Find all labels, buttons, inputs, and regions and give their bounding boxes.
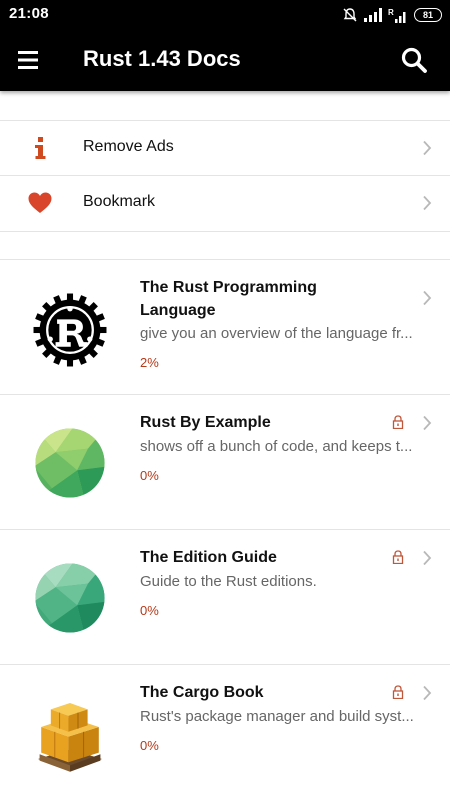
heart-icon xyxy=(28,192,52,213)
book-item-cargo-book[interactable]: The Cargo Book Rust's package manager an… xyxy=(0,664,450,799)
info-icon xyxy=(35,137,46,159)
status-time: 21:08 xyxy=(9,5,49,22)
chevron-right-icon xyxy=(423,415,432,431)
remove-ads-row[interactable]: Remove Ads xyxy=(0,120,450,175)
book-description: Guide to the Rust editions. xyxy=(140,573,317,590)
lock-icon xyxy=(392,415,404,429)
book-progress: 0% xyxy=(140,468,159,483)
svg-text:R: R xyxy=(388,8,394,17)
status-icons: R 81 xyxy=(342,6,442,24)
menu-list: Remove Ads Bookmark xyxy=(0,120,450,232)
book-list: The Rust Programming Language give you a… xyxy=(0,259,450,799)
book-description: shows off a bunch of code, and keeps t..… xyxy=(140,438,413,455)
book-title: Rust By Example xyxy=(140,414,271,431)
book-description: give you an overview of the language fr.… xyxy=(140,325,413,342)
book-progress: 0% xyxy=(140,738,159,753)
book-progress: 0% xyxy=(140,603,159,618)
book-progress: 2% xyxy=(140,355,159,370)
battery-indicator: 81 xyxy=(414,8,442,22)
book-description: Rust's package manager and build syst... xyxy=(140,708,414,725)
remove-ads-label: Remove Ads xyxy=(83,138,174,155)
signal-icon xyxy=(364,8,382,22)
book-item-rust-by-example[interactable]: Rust By Example shows off a bunch of cod… xyxy=(0,394,450,529)
hamburger-menu-icon[interactable] xyxy=(16,48,40,72)
green-sphere-icon xyxy=(35,428,105,498)
chevron-right-icon xyxy=(423,140,432,156)
signal-roaming-icon: R xyxy=(388,8,406,23)
book-title: The Edition Guide xyxy=(140,549,277,566)
search-icon[interactable] xyxy=(400,46,428,74)
book-title: The Rust Programming Language xyxy=(140,279,317,319)
status-bar: 21:08 R 81 xyxy=(0,0,450,30)
lock-icon xyxy=(392,550,404,564)
book-item-edition-guide[interactable]: The Edition Guide Guide to the Rust edit… xyxy=(0,529,450,664)
chevron-right-icon xyxy=(423,290,432,306)
chevron-right-icon xyxy=(423,550,432,566)
book-title: The Cargo Book xyxy=(140,684,264,701)
teal-sphere-icon xyxy=(35,563,105,633)
chevron-right-icon xyxy=(423,195,432,211)
app-title: Rust 1.43 Docs xyxy=(83,46,241,71)
bookmark-row[interactable]: Bookmark xyxy=(0,175,450,232)
chevron-right-icon xyxy=(423,685,432,701)
bell-muted-icon xyxy=(343,8,357,22)
lock-icon xyxy=(392,685,404,699)
cargo-boxes-icon xyxy=(38,703,102,772)
rust-logo-icon xyxy=(33,293,107,367)
app-bar: Rust 1.43 Docs xyxy=(0,30,450,91)
bookmark-label: Bookmark xyxy=(83,193,156,210)
book-item-rust-programming-language[interactable]: The Rust Programming Language give you a… xyxy=(0,259,450,394)
